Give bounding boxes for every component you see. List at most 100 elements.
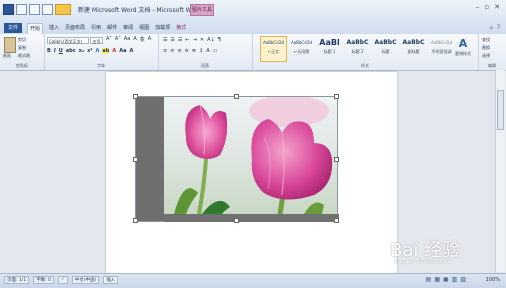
picture-crop-frame[interactable] bbox=[133, 94, 339, 223]
draft-view-icon[interactable]: ▧ bbox=[460, 276, 466, 283]
ribbon-tab-bar: 文件 开始 插入 页面布局 引用 邮件 审阅 视图 加载项 格式 ▵ ? bbox=[0, 22, 506, 34]
justify-icon[interactable]: ≡ bbox=[185, 48, 189, 54]
italic-button[interactable]: I bbox=[54, 48, 56, 54]
format-painter-button[interactable]: 格式刷 bbox=[18, 52, 30, 60]
tab-mailings[interactable]: 邮件 bbox=[107, 23, 117, 34]
paste-icon[interactable] bbox=[4, 37, 16, 53]
redo-icon[interactable] bbox=[42, 4, 53, 15]
save-icon[interactable] bbox=[16, 4, 27, 15]
restore-button[interactable]: ▫ bbox=[484, 3, 489, 11]
tab-insert[interactable]: 插入 bbox=[49, 23, 59, 34]
style-normal[interactable]: AaBbCcDd ↵正文 bbox=[260, 36, 287, 62]
outline-view-icon[interactable]: ▥ bbox=[452, 276, 458, 283]
close-button[interactable]: ✕ bbox=[494, 3, 500, 11]
crop-handle-bottom[interactable] bbox=[234, 218, 239, 223]
style-subtle-emphasis[interactable]: AaBbCcDd 不明显强调 bbox=[428, 36, 455, 62]
align-center-icon[interactable]: ≡ bbox=[170, 48, 174, 54]
customize-toolbar-icon[interactable] bbox=[55, 4, 71, 15]
chinese-layout-icon[interactable]: ✕ bbox=[200, 37, 204, 43]
highlight-button[interactable]: ab bbox=[102, 48, 110, 54]
font-size-select[interactable]: 五号 bbox=[90, 37, 103, 44]
minimize-ribbon-icon[interactable]: ▵ bbox=[490, 24, 493, 31]
phonetic-guide-icon[interactable]: 变 bbox=[140, 36, 145, 43]
underline-button[interactable]: U bbox=[59, 48, 63, 54]
ribbon-right-controls: ▵ ? bbox=[490, 24, 500, 31]
increase-indent-icon[interactable]: ⇥ bbox=[193, 37, 197, 43]
align-left-icon[interactable]: ≡ bbox=[163, 48, 167, 54]
tab-review[interactable]: 审阅 bbox=[123, 23, 133, 34]
tab-references[interactable]: 引用 bbox=[91, 23, 101, 34]
style-title[interactable]: AaBbC 标题 bbox=[372, 36, 399, 62]
text-effects-button[interactable]: A bbox=[96, 48, 100, 54]
clear-format-icon[interactable]: A bbox=[133, 36, 136, 43]
undo-icon[interactable] bbox=[29, 4, 40, 15]
bold-button[interactable]: B bbox=[47, 48, 51, 54]
tab-view[interactable]: 视图 bbox=[139, 23, 149, 34]
select-button[interactable]: 选择 bbox=[482, 52, 490, 60]
superscript-button[interactable]: x² bbox=[87, 48, 92, 54]
grow-font-icon[interactable]: A˄ bbox=[106, 36, 112, 43]
cut-button[interactable]: 剪切 bbox=[18, 36, 30, 44]
proofing-icon[interactable]: ✓ bbox=[58, 276, 68, 284]
multilevel-list-icon[interactable]: ☰ bbox=[178, 37, 182, 43]
language-indicator[interactable]: 中文(中国) bbox=[71, 276, 100, 284]
borders-icon[interactable]: ▭ bbox=[213, 48, 218, 54]
enclose-char-button[interactable]: A bbox=[129, 48, 133, 54]
file-tab[interactable]: 文件 bbox=[4, 23, 22, 33]
bullets-icon[interactable]: ☰ bbox=[163, 37, 167, 43]
font-color-button[interactable]: A bbox=[112, 48, 116, 54]
clipboard-group-label: 剪贴板 bbox=[16, 63, 28, 68]
align-right-icon[interactable]: ≡ bbox=[177, 48, 181, 54]
strikethrough-button[interactable]: abc bbox=[66, 48, 76, 54]
web-layout-icon[interactable]: ▣ bbox=[443, 276, 449, 283]
paste-button[interactable]: 粘贴 bbox=[3, 53, 11, 59]
word-count[interactable]: 字数: 0 bbox=[33, 276, 55, 284]
zoom-level[interactable]: 100% bbox=[486, 277, 500, 283]
font-name-select[interactable]: Calibri (西文正文) bbox=[47, 37, 89, 44]
subscript-button[interactable]: x₂ bbox=[79, 48, 84, 54]
decrease-indent-icon[interactable]: ⇤ bbox=[185, 37, 189, 43]
crop-handle-top-right[interactable] bbox=[334, 94, 339, 99]
crop-handle-bottom-left[interactable] bbox=[133, 218, 138, 223]
style-subtitle[interactable]: AaBbC 副标题 bbox=[400, 36, 427, 62]
insert-mode[interactable]: 插入 bbox=[103, 276, 119, 284]
line-spacing-icon[interactable]: ↕ bbox=[199, 48, 203, 54]
char-shading-button[interactable]: Aa bbox=[119, 48, 126, 54]
full-screen-reading-icon[interactable]: ▦ bbox=[434, 276, 440, 283]
shrink-font-icon[interactable]: A˅ bbox=[115, 36, 121, 43]
print-layout-icon[interactable]: ▤ bbox=[426, 276, 432, 283]
window-title: 新建 Microsoft Word 文档 - Microsoft Word bbox=[78, 7, 202, 14]
replace-button[interactable]: 替换 bbox=[482, 44, 490, 52]
scrollbar-thumb[interactable] bbox=[497, 90, 504, 130]
distribute-icon[interactable]: ≣ bbox=[192, 48, 196, 54]
style-heading-1[interactable]: AaBl 标题 1 bbox=[316, 36, 343, 62]
crop-handle-right[interactable] bbox=[334, 157, 339, 162]
minimize-button[interactable]: – bbox=[476, 3, 480, 11]
tab-home[interactable]: 开始 bbox=[27, 23, 44, 34]
editing-group-label: 编辑 bbox=[488, 63, 496, 68]
crop-handle-bottom-right[interactable] bbox=[334, 218, 339, 223]
change-styles-button[interactable]: A 更改样式 bbox=[455, 37, 471, 60]
style-heading-2[interactable]: AaBbC 标题 2 bbox=[344, 36, 371, 62]
tab-add-ins[interactable]: 加载项 bbox=[155, 23, 170, 34]
crop-handle-top[interactable] bbox=[234, 94, 239, 99]
show-marks-icon[interactable]: ¶ bbox=[218, 37, 221, 43]
page-count[interactable]: 页面: 1/1 bbox=[4, 276, 30, 284]
vertical-scrollbar[interactable] bbox=[495, 70, 505, 272]
find-button[interactable]: 查找 bbox=[482, 36, 490, 44]
style-no-spacing[interactable]: AaBbCcDd ↵无间隔 bbox=[288, 36, 315, 62]
shading-icon[interactable]: A bbox=[206, 48, 209, 54]
char-border-icon[interactable]: A bbox=[148, 36, 151, 43]
change-styles-icon: A bbox=[458, 37, 468, 50]
crop-handle-left[interactable] bbox=[133, 157, 138, 162]
tab-page-layout[interactable]: 页面布局 bbox=[65, 23, 85, 34]
sort-icon[interactable]: A↓ bbox=[207, 37, 215, 43]
crop-handle-top-left[interactable] bbox=[133, 94, 138, 99]
copy-button[interactable]: 复制 bbox=[18, 44, 30, 52]
change-case-icon[interactable]: Aa bbox=[124, 36, 130, 43]
tulip-picture[interactable] bbox=[164, 97, 337, 214]
help-icon[interactable]: ? bbox=[497, 24, 500, 31]
tab-format[interactable]: 格式 bbox=[176, 23, 186, 34]
status-bar: 页面: 1/1 字数: 0 ✓ 中文(中国) 插入 ▤ ▦ ▣ ▥ ▧ 100% bbox=[0, 273, 506, 288]
numbering-icon[interactable]: ☰ bbox=[170, 37, 174, 43]
